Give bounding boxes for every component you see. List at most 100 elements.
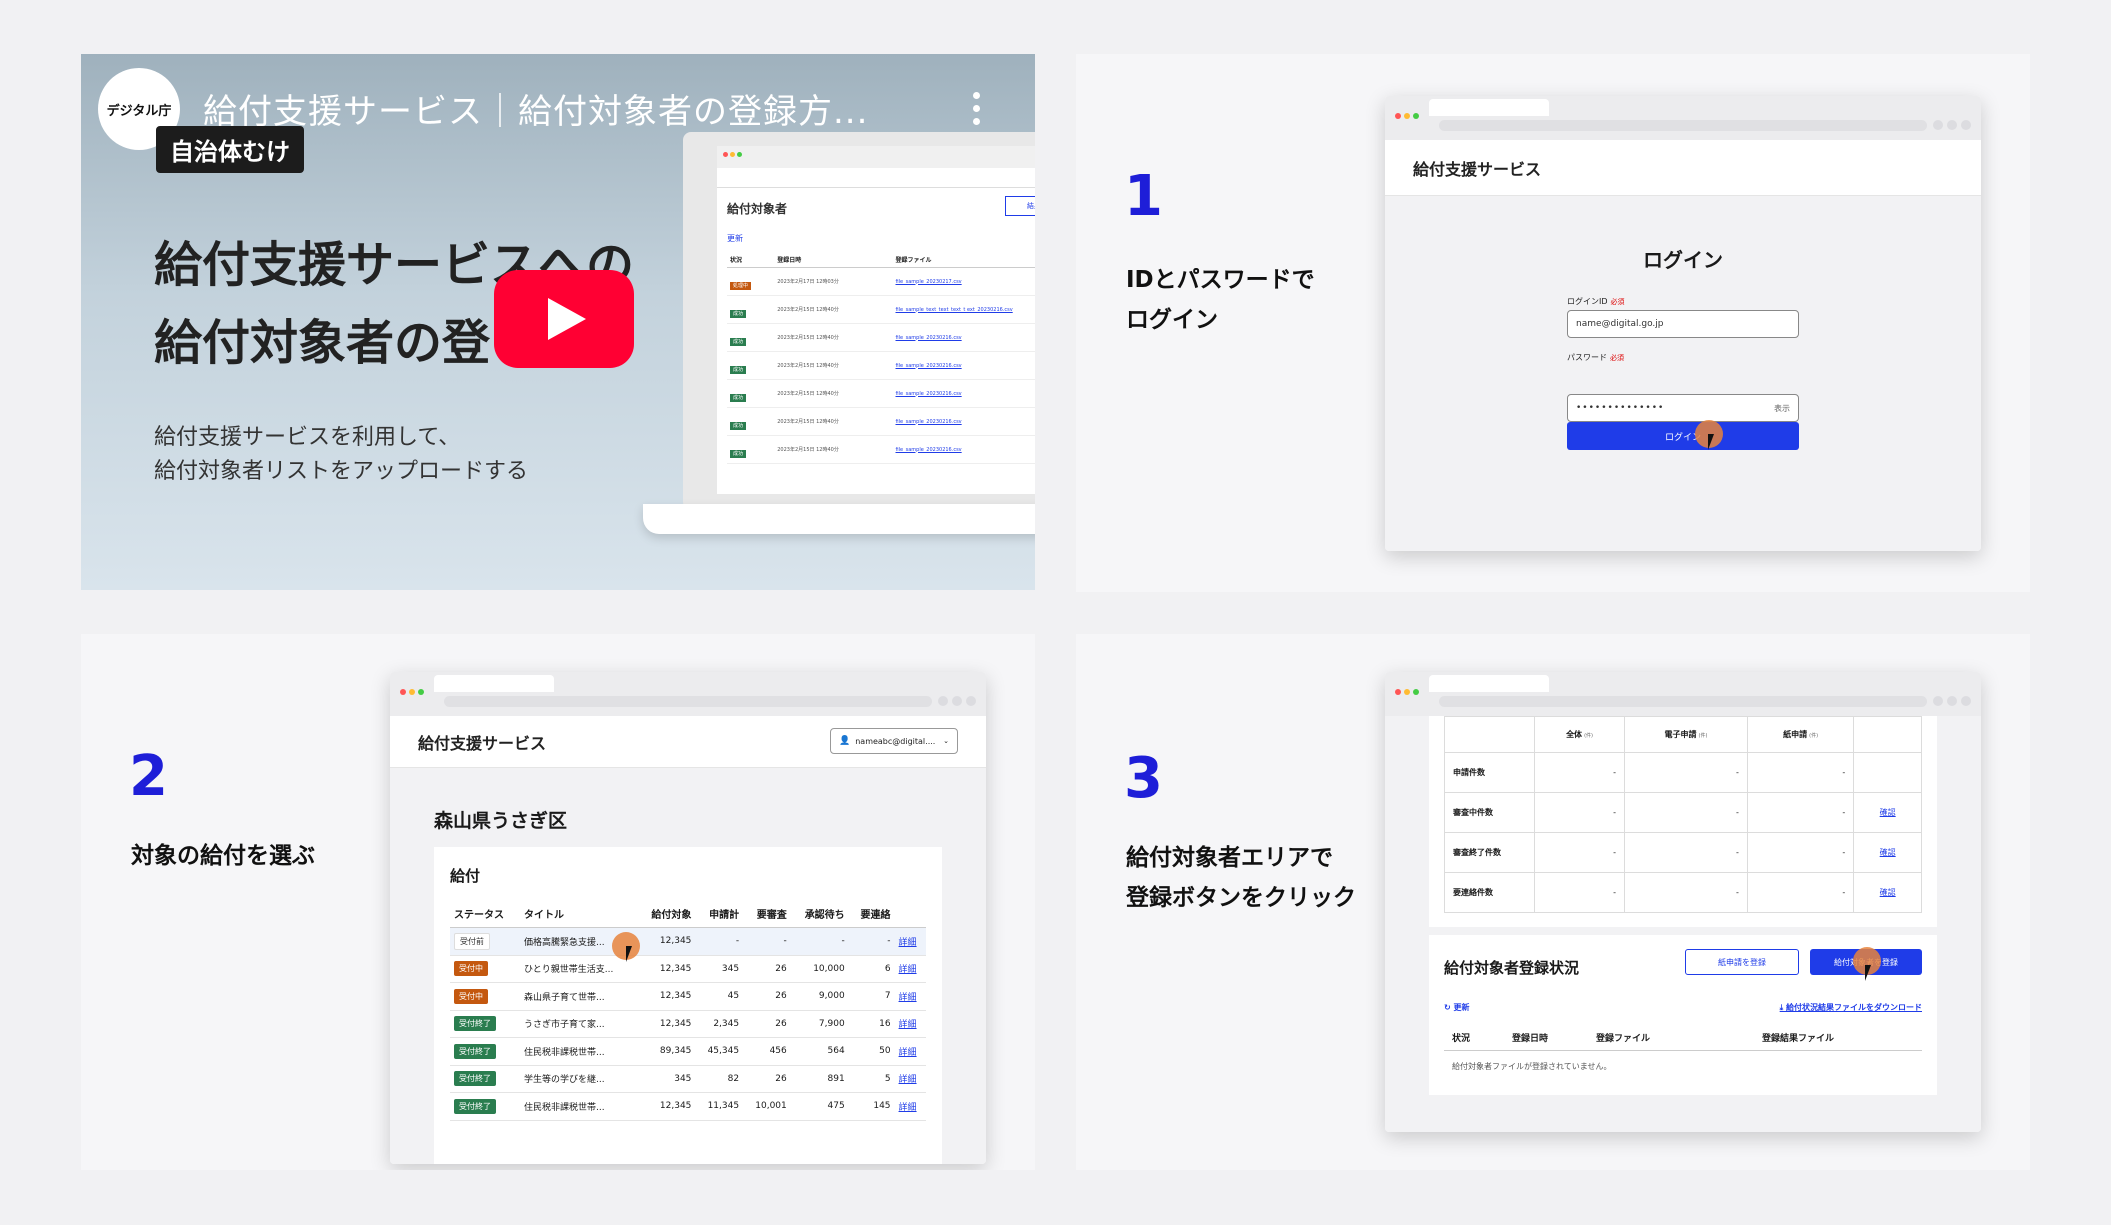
mock-date: 2023年2月17日 12時03分 — [774, 267, 893, 296]
status-badge: 受付前 — [454, 932, 490, 950]
table-row[interactable]: 受付終了 住民税非課税世帯... 89,345 45,345 456 564 50 詳細 — [450, 1037, 926, 1066]
mock-browser-bar — [717, 146, 1035, 168]
login-id-input[interactable]: name@digital.go.jp — [1567, 310, 1799, 338]
cell-approve: 7,900 — [790, 1010, 849, 1038]
video-thumbnail[interactable]: 給付対象者 結果表を登録 更新 状況登録日時登録ファイル登 処理中2023年2月… — [81, 54, 1035, 590]
mock-date: 2023年2月15日 12時40分 — [774, 323, 893, 352]
cell-e: - — [1624, 872, 1748, 913]
detail-link[interactable]: 詳細 — [894, 982, 926, 1011]
play-button-icon[interactable] — [494, 270, 634, 368]
login-id-label: ログインID 必須 — [1567, 297, 1625, 306]
detail-link[interactable]: 詳細 — [894, 1037, 926, 1066]
more-vert-icon[interactable] — [969, 92, 983, 132]
mock-col-header: 登録日時 — [774, 252, 893, 268]
table-row[interactable]: 受付終了 学生等の学びを継... 345 82 26 891 5 詳細 — [450, 1065, 926, 1093]
cell-applied: 345 — [695, 955, 744, 983]
browser-window: 給付支援サービス 👤 nameabc@digital.... ⌄ 森山県うさぎ区… — [390, 672, 986, 1164]
cell-all: - — [1533, 872, 1626, 913]
col-header: タイトル — [520, 900, 638, 928]
row-label: 審査終了件数 — [1444, 832, 1535, 873]
table-row[interactable]: 受付終了 住民税非課税世帯... 12,345 11,345 10,001 475 145 詳… — [450, 1092, 926, 1121]
mock-file-link: file_sample_20230216.csv — [892, 435, 1035, 464]
cell-review: 26 — [743, 982, 791, 1011]
detail-link[interactable]: 詳細 — [894, 927, 926, 956]
actions-row: ↻ 更新 ⤓ 給付状況結果ファイルをダウンロード — [1444, 1002, 1922, 1013]
row-label: 要連絡件数 — [1444, 872, 1535, 913]
benefit-title: 森山県子育て世帯... — [520, 982, 638, 1011]
detail-link[interactable]: 詳細 — [894, 955, 926, 983]
step-text-line-2: 登録ボタンをクリック — [1126, 885, 1356, 911]
status-badge: 受付終了 — [454, 1043, 496, 1059]
cell-contact: 7 — [848, 982, 895, 1011]
detail-link[interactable]: 詳細 — [894, 1092, 926, 1121]
cell-all: - — [1533, 752, 1626, 793]
mock-file-link: file_sample_20230216.csv — [892, 379, 1035, 408]
status-badge: 受付中 — [454, 961, 488, 977]
password-label: パスワード 必須 — [1567, 353, 1624, 362]
cell-contact: 6 — [848, 955, 895, 983]
summary-row: 要連絡件数 - - - 確認 — [1444, 872, 1922, 913]
cell-review: 26 — [743, 1010, 791, 1038]
table-row[interactable]: 受付終了 うさぎ市子育て家... 12,345 2,345 26 7,900 16 詳細 — [450, 1010, 926, 1038]
mock-status-badge: 成功 — [730, 394, 747, 402]
status-badge: 受付中 — [454, 988, 488, 1004]
browser-window: 給付支援サービス ログイン ログインID 必須 name@digital.go.j… — [1385, 96, 1981, 551]
table-row[interactable]: 受付前 価格高騰緊急支援... 12,345- - - - 詳細 — [450, 927, 926, 956]
account-menu[interactable]: 👤 nameabc@digital.... ⌄ — [830, 728, 958, 754]
cell-review: 456 — [743, 1037, 791, 1066]
step-description: IDとパスワードで ログイン — [1126, 260, 1315, 340]
summary-row: 申請件数 - - - — [1444, 752, 1922, 793]
cell-approve: 891 — [790, 1065, 849, 1093]
cell-target: 12,345 — [637, 955, 696, 983]
app-header: 給付支援サービス — [1385, 140, 1981, 196]
list-col-header: 状況 — [1452, 1034, 1471, 1044]
detail-link[interactable]: 詳細 — [894, 1065, 926, 1093]
col-header — [894, 900, 926, 928]
cell-target: 12,345 — [637, 1092, 696, 1121]
benefit-title: 住民税非課税世帯... — [520, 1092, 638, 1121]
mock-date: 2023年2月15日 12時40分 — [774, 379, 893, 408]
mock-date: 2023年2月15日 12時40分 — [774, 295, 893, 324]
browser-window: 全体 (件) 電子申請 (件) 紙申請 (件) 申請件数 - - - 審査中件数 - - - 確認 審査終了… — [1385, 672, 1981, 1132]
password-input[interactable]: •••••••••••••• 表示 — [1567, 394, 1799, 422]
summary-col-header: 全体 (件) — [1533, 716, 1626, 753]
step-1-panel: 1 IDとパスワードで ログイン 給付支援サービス ログイン ログインID 必須 … — [1076, 54, 2030, 592]
col-header: 要連絡 — [848, 900, 895, 928]
app-title: 給付支援サービス — [1413, 159, 1542, 179]
show-password-toggle[interactable]: 表示 — [1774, 403, 1790, 414]
summary-col-header — [1444, 716, 1535, 753]
mock-date: 2023年2月15日 12時40分 — [774, 407, 893, 436]
cell-review: 10,001 — [743, 1092, 791, 1121]
cell-applied: 11,345 — [695, 1092, 744, 1121]
login-button[interactable]: ログイン — [1567, 422, 1799, 450]
status-badge: 受付終了 — [454, 1016, 496, 1032]
mock-status-badge: 成功 — [730, 338, 747, 346]
table-row[interactable]: 受付中 ひとり親世帯生活支... 12,345 345 26 10,000 6 詳細 — [450, 955, 926, 983]
cell-contact: 16 — [848, 1010, 895, 1038]
cell-target: 345 — [637, 1065, 696, 1093]
refresh-link[interactable]: ↻ 更新 — [1444, 1002, 1470, 1013]
mock-row: 成功 2023年2月15日 12時40分 file_sample_text_text… — [727, 295, 1035, 324]
step-description: 給付対象者エリアで 登録ボタンをクリック — [1126, 838, 1356, 918]
summary-card: 全体 (件) 電子申請 (件) 紙申請 (件) 申請件数 - - - 審査中件数 - - - 確認 審査終了… — [1429, 716, 1937, 927]
step-number: 3 — [1124, 746, 1163, 811]
summary-col-header: 紙申請 (件) — [1746, 716, 1855, 753]
table-row[interactable]: 受付中 森山県子育て世帯... 12,345 45 26 9,000 7 詳細 — [450, 982, 926, 1011]
empty-message: 給付対象者ファイルが登録されていません。 — [1452, 1062, 1612, 1071]
col-header: 承認待ち — [790, 900, 849, 928]
cell-contact: - — [848, 927, 895, 956]
mock-file-link: file_sample_20230217.csv — [892, 267, 1035, 296]
user-icon: 👤 — [839, 736, 851, 746]
paper-register-button[interactable]: 紙申請を登録 — [1685, 949, 1799, 975]
password-value: •••••••••••••• — [1576, 403, 1665, 413]
video-title[interactable]: 給付支援サービス｜給付対象者の登録方... — [203, 84, 868, 133]
list-header: 状況 登録日時 登録ファイル 登録結果ファイル — [1444, 1025, 1922, 1051]
summary-col-header: 電子申請 (件) — [1624, 716, 1748, 753]
confirm-link[interactable]: 確認 — [1853, 872, 1922, 913]
confirm-link[interactable]: 確認 — [1853, 792, 1922, 833]
detail-link[interactable]: 詳細 — [894, 1010, 926, 1038]
subtitle-line-2: 給付対象者リストをアップロードする — [154, 459, 529, 484]
download-link[interactable]: ⤓ 給付状況結果ファイルをダウンロード — [1780, 1002, 1922, 1013]
confirm-link[interactable]: 確認 — [1853, 832, 1922, 873]
step-text-line-1: IDとパスワードで — [1126, 267, 1315, 293]
